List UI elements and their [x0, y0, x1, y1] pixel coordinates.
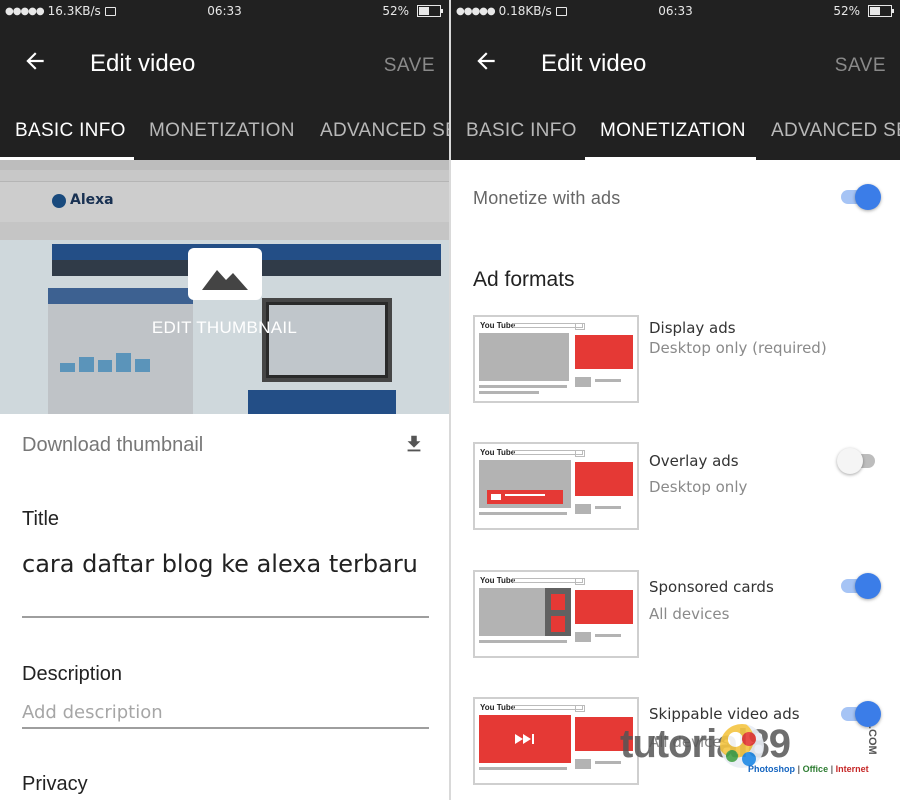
ad-format-desc: All devices: [649, 733, 730, 751]
page-title: Edit video: [541, 50, 647, 77]
description-field[interactable]: [22, 702, 429, 723]
monetize-with-ads-row: Monetize with ads: [451, 160, 900, 236]
ad-format-desc: All devices: [649, 605, 730, 623]
title-field[interactable]: cara daftar blog ke alexa terbaru: [22, 548, 428, 581]
tab-basic-info[interactable]: BASIC INFO: [466, 120, 577, 142]
tab-advanced-settings[interactable]: ADVANCED SETTINGS: [771, 120, 900, 142]
battery-percent: 52%: [833, 4, 860, 18]
skippable-video-ads-toggle[interactable]: [841, 701, 881, 727]
description-label: Description: [22, 663, 123, 685]
page-title: Edit video: [90, 50, 196, 77]
battery-icon: [868, 5, 894, 17]
screenshot-composite: ●●●●● 16.3KB/s 06:33 52% Edit video SAVE…: [0, 0, 900, 800]
download-thumbnail-label: Download thumbnail: [22, 434, 204, 456]
ad-format-desc: Desktop only: [649, 478, 748, 496]
battery-percent: 52%: [382, 4, 409, 18]
ad-format-display-ads: You Tube Display ads Desktop only (requi…: [451, 315, 900, 405]
monetization-screen: ●●●●● 0.18KB/s 06:33 52% Edit video SAVE…: [451, 0, 900, 800]
preview-brand-text: Alexa: [70, 192, 114, 208]
download-icon[interactable]: [403, 432, 425, 456]
video-thumbnail[interactable]: Alexa EDIT THUMBNAIL: [0, 160, 449, 414]
ad-formats-heading: Ad formats: [473, 268, 575, 291]
description-underline: [22, 727, 429, 729]
app-bar: Edit video SAVE: [0, 22, 449, 106]
sponsored-cards-toggle[interactable]: [841, 573, 881, 599]
display-ads-illustration: You Tube: [473, 315, 639, 403]
ad-format-name: Skippable video ads: [649, 705, 800, 723]
tab-bar: BASIC INFO MONETIZATION ADVANCED SETTING…: [451, 106, 900, 160]
youtube-logo: You Tube: [480, 321, 516, 330]
app-bar: Edit video SAVE: [451, 22, 900, 106]
image-icon: [188, 248, 262, 300]
tab-bar: BASIC INFO MONETIZATION ADVANCED SETTING…: [0, 106, 449, 160]
skip-forward-icon: [515, 734, 534, 744]
title-label: Title: [22, 508, 60, 530]
monetize-with-ads-toggle[interactable]: [841, 184, 881, 210]
sponsored-cards-illustration: You Tube: [473, 570, 639, 658]
privacy-label: Privacy: [22, 773, 88, 795]
monetize-with-ads-label: Monetize with ads: [473, 188, 621, 208]
basic-info-screen: ●●●●● 16.3KB/s 06:33 52% Edit video SAVE…: [0, 0, 449, 800]
ad-format-overlay-ads: You Tube Overlay ads Desktop only: [451, 442, 900, 532]
back-arrow-icon[interactable]: [473, 48, 499, 74]
status-bar: ●●●●● 16.3KB/s 06:33 52%: [0, 0, 449, 22]
tab-basic-info[interactable]: BASIC INFO: [15, 120, 126, 142]
battery-icon: [417, 5, 443, 17]
back-arrow-icon[interactable]: [22, 48, 48, 74]
alexa-logo-icon: [52, 194, 66, 208]
save-button[interactable]: SAVE: [384, 55, 435, 77]
ad-format-name: Display ads: [649, 319, 736, 337]
ad-format-name: Overlay ads: [649, 452, 739, 470]
overlay-ads-illustration: You Tube: [473, 442, 639, 530]
ad-format-desc: Desktop only (required): [649, 339, 827, 357]
overlay-ads-toggle[interactable]: [837, 448, 881, 474]
save-button[interactable]: SAVE: [835, 55, 886, 77]
tab-monetization[interactable]: MONETIZATION: [149, 120, 295, 142]
status-bar: ●●●●● 0.18KB/s 06:33 52%: [451, 0, 900, 22]
title-underline: [22, 616, 429, 618]
ad-format-sponsored-cards: You Tube Sponsored cards All devices: [451, 570, 900, 660]
tab-advanced-settings[interactable]: ADVANCED SETTINGS: [320, 120, 449, 142]
download-thumbnail-row[interactable]: Download thumbnail: [0, 414, 449, 478]
ad-format-skippable-video-ads: You Tube Skippable video ads All devices: [451, 697, 900, 787]
skippable-video-ads-illustration: You Tube: [473, 697, 639, 785]
edit-thumbnail-label: EDIT THUMBNAIL: [151, 318, 298, 337]
tab-monetization[interactable]: MONETIZATION: [600, 120, 746, 142]
ad-format-name: Sponsored cards: [649, 578, 774, 596]
